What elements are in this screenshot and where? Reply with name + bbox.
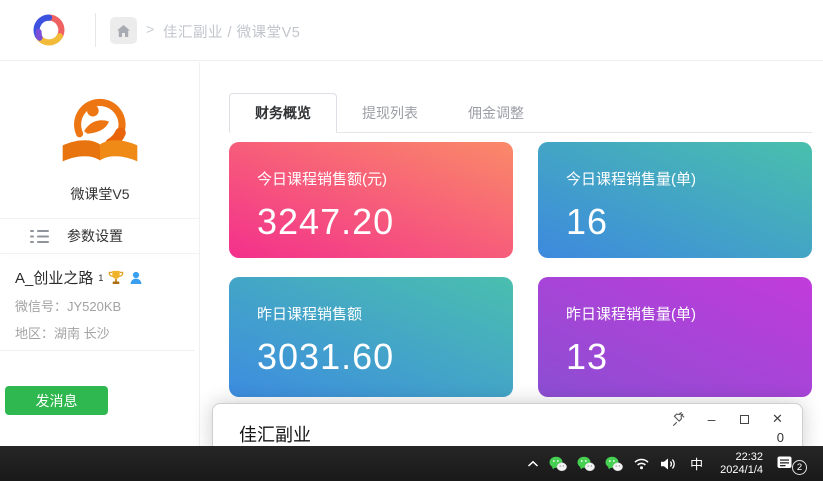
tray-show-hidden-icons-button[interactable] <box>527 460 539 468</box>
popup-partial-text: 0 <box>777 430 784 445</box>
maximize-button[interactable] <box>728 408 761 430</box>
wechat-icon <box>577 456 595 472</box>
region-value: 湖南 长沙 <box>54 326 110 341</box>
stat-card-yesterday-sales-count: 昨日课程销售量(单) 13 <box>538 277 812 397</box>
sidebar: 微课堂V5 参数设置 A_创业之路 1 <box>0 62 200 446</box>
sidebar-item-settings-label: 参数设置 <box>67 226 123 246</box>
popup-window-controls: – ✕ <box>662 408 794 430</box>
minimize-button[interactable]: – <box>695 408 728 430</box>
tray-notification-button[interactable]: 2 <box>777 454 807 474</box>
user-region-line: 地区：湖南 长沙 <box>15 323 195 342</box>
user-wechat-line: 微信号：JY520KB <box>15 296 195 315</box>
shop-logo-icon <box>55 92 145 172</box>
stat-card-yesterday-sales-amount: 昨日课程销售额 3031.60 <box>229 277 513 397</box>
tray-wechat-icon-1[interactable] <box>549 456 567 472</box>
wechat-icon <box>549 456 567 472</box>
tray-volume-button[interactable] <box>660 457 677 471</box>
region-label: 地区： <box>15 326 54 341</box>
tab-finance-overview[interactable]: 财务概览 <box>229 93 337 133</box>
notification-count-badge: 2 <box>792 460 807 475</box>
tray-time: 22:32 <box>720 451 763 464</box>
stat-value: 16 <box>566 201 812 243</box>
screen: > 佳汇副业 / 微课堂V5 微课堂V5 参数设置 A_创业之路 1 <box>0 0 823 481</box>
sidebar-divider <box>0 253 199 254</box>
top-header: > 佳汇副业 / 微课堂V5 <box>0 0 823 61</box>
tab-bar: 财务概览 提现列表 佣金调整 <box>229 93 812 133</box>
wifi-icon <box>633 457 650 470</box>
tab-commission-adjust[interactable]: 佣金调整 <box>443 93 549 133</box>
list-icon <box>30 229 49 244</box>
stat-label: 昨日课程销售额 <box>257 303 513 324</box>
breadcrumb-chevron-icon: > <box>146 21 154 37</box>
trophy-icon <box>108 270 124 285</box>
popup-window-title: 佳汇副业 <box>239 421 311 447</box>
user-name: A_创业之路 <box>15 267 93 288</box>
tray-clock[interactable]: 22:32 2024/1/4 <box>716 451 767 477</box>
wechat-label: 微信号： <box>15 299 67 314</box>
pushpin-icon <box>672 412 685 426</box>
send-message-button[interactable]: 发消息 <box>5 386 108 415</box>
breadcrumb[interactable]: 佳汇副业 / 微课堂V5 <box>163 21 300 42</box>
tray-wechat-icon-2[interactable] <box>577 456 595 472</box>
windows-taskbar: 中 22:32 2024/1/4 2 <box>0 446 823 481</box>
notification-icon <box>777 456 793 470</box>
close-button[interactable]: ✕ <box>761 408 794 430</box>
stat-value: 3247.20 <box>257 201 513 243</box>
user-name-superscript: 1 <box>98 273 103 283</box>
pin-button[interactable] <box>662 408 695 430</box>
stat-label: 今日课程销售额(元) <box>257 168 513 189</box>
tray-date: 2024/1/4 <box>720 464 763 477</box>
sidebar-divider <box>0 350 195 351</box>
home-icon <box>116 24 131 38</box>
tray-wechat-icon-3[interactable] <box>605 456 623 472</box>
stat-card-today-sales-amount: 今日课程销售额(元) 3247.20 <box>229 142 513 258</box>
stat-cards: 今日课程销售额(元) 3247.20 今日课程销售量(单) 16 昨日课程销售额… <box>229 142 812 397</box>
speaker-icon <box>660 457 677 471</box>
main-content: 财务概览 提现列表 佣金调整 今日课程销售额(元) 3247.20 今日课程销售… <box>201 62 823 446</box>
stat-label: 昨日课程销售量(单) <box>566 303 812 324</box>
tray-ime-indicator[interactable]: 中 <box>687 454 706 473</box>
stat-value: 13 <box>566 336 812 378</box>
user-name-row: A_创业之路 1 <box>15 267 195 288</box>
sidebar-item-settings[interactable]: 参数设置 <box>0 219 199 253</box>
tab-withdrawal-list[interactable]: 提现列表 <box>337 93 443 133</box>
header-divider <box>95 13 96 47</box>
wechat-id: JY520KB <box>67 299 121 314</box>
breadcrumb-home-button[interactable] <box>110 17 137 44</box>
user-info-panel: A_创业之路 1 微信号：JY520KB 地区：湖南 长沙 <box>15 267 195 342</box>
sidebar-app-name: 微课堂V5 <box>0 184 200 204</box>
stat-label: 今日课程销售量(单) <box>566 168 812 189</box>
chevron-up-icon <box>527 460 539 468</box>
tray-network-button[interactable] <box>633 457 650 470</box>
maximize-icon <box>740 415 749 424</box>
person-icon[interactable] <box>129 271 143 285</box>
wechat-icon <box>605 456 623 472</box>
stat-card-today-sales-count: 今日课程销售量(单) 16 <box>538 142 812 258</box>
brand-logo-icon <box>30 11 68 49</box>
stat-value: 3031.60 <box>257 336 513 378</box>
